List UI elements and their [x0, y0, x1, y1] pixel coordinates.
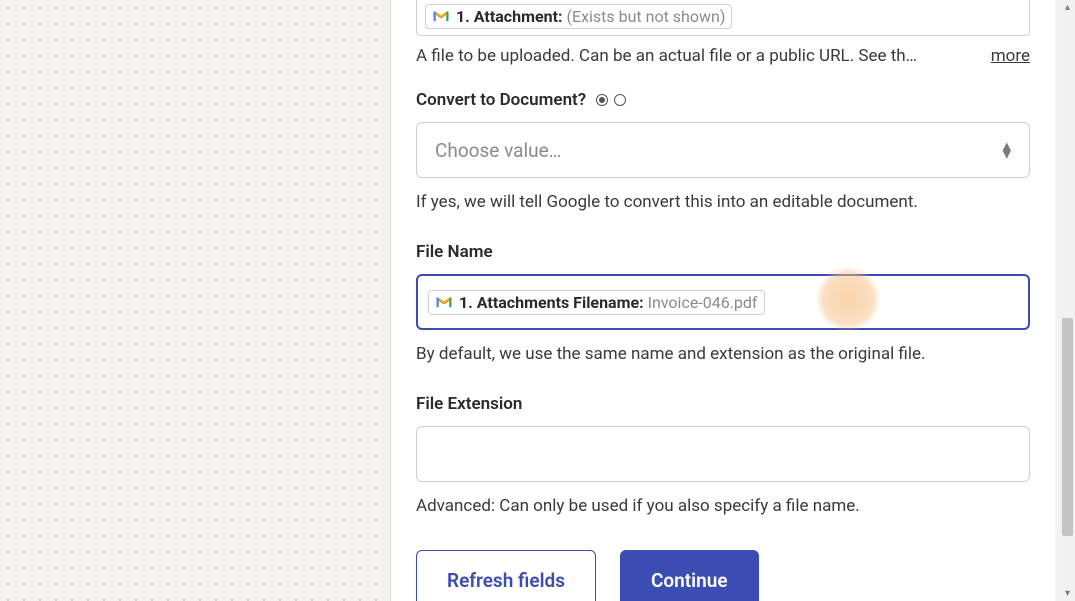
convert-radio-no[interactable] [614, 94, 626, 106]
chevron-updown-icon: ▴▾ [1002, 142, 1011, 158]
filename-input[interactable]: 1. Attachments Filename: Invoice-046.pdf [416, 274, 1030, 330]
scrollbar-track[interactable]: ▴ ▾ [1060, 0, 1075, 601]
config-panel: 1. Attachment: (Exists but not shown) A … [390, 0, 1055, 601]
scrollbar-thumb[interactable] [1062, 318, 1073, 536]
scroll-down-arrow[interactable]: ▾ [1060, 586, 1075, 601]
more-link[interactable]: more [991, 46, 1030, 66]
filename-label: File Name [416, 242, 1030, 262]
file-token-label: 1. Attachment: [456, 7, 563, 26]
file-help-text: A file to be uploaded. Can be an actual … [416, 46, 917, 66]
filename-help-text: By default, we use the same name and ext… [416, 344, 1030, 364]
extension-help-text: Advanced: Can only be used if you also s… [416, 496, 1030, 516]
file-token[interactable]: 1. Attachment: (Exists but not shown) [425, 4, 732, 29]
continue-button[interactable]: Continue [620, 550, 759, 601]
filename-token-label: 1. Attachments Filename: [459, 293, 644, 312]
extension-input[interactable] [416, 426, 1030, 482]
convert-label-row: Convert to Document? [416, 90, 1030, 110]
convert-radio-yes[interactable] [596, 94, 608, 106]
gmail-icon [435, 295, 453, 309]
canvas-background [0, 0, 390, 601]
filename-token[interactable]: 1. Attachments Filename: Invoice-046.pdf [428, 290, 765, 315]
convert-radio-group [596, 94, 626, 106]
convert-help-text: If yes, we will tell Google to convert t… [416, 192, 1030, 212]
convert-label: Convert to Document? [416, 90, 586, 110]
file-token-value: (Exists but not shown) [567, 7, 726, 26]
extension-label: File Extension [416, 394, 1030, 414]
convert-select-placeholder: Choose value… [435, 139, 561, 162]
scroll-up-arrow[interactable]: ▴ [1060, 0, 1075, 15]
convert-select[interactable]: Choose value… ▴▾ [416, 122, 1030, 178]
gmail-icon [432, 9, 450, 23]
file-input[interactable]: 1. Attachment: (Exists but not shown) [416, 0, 1030, 36]
refresh-fields-button[interactable]: Refresh fields [416, 550, 596, 601]
filename-token-value: Invoice-046.pdf [648, 293, 758, 312]
